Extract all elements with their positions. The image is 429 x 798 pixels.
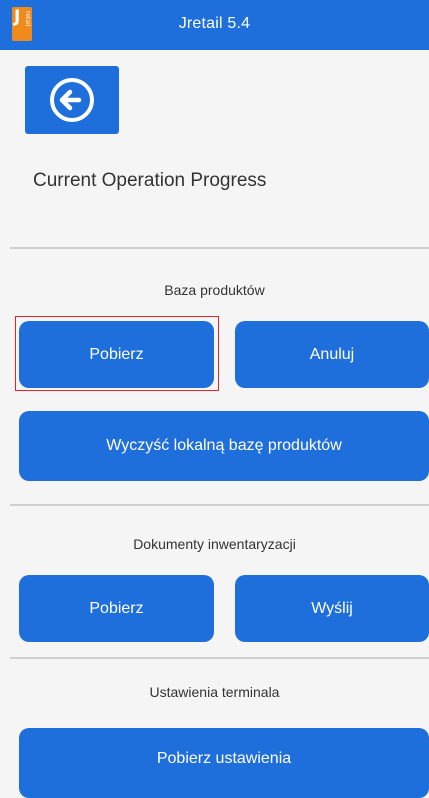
- section-label-terminal-settings: Ustawienia terminala: [149, 684, 280, 700]
- divider: [10, 247, 429, 249]
- download-settings-button[interactable]: Pobierz ustawienia: [19, 728, 429, 798]
- download-documents-button[interactable]: Pobierz: [19, 575, 214, 642]
- cancel-button[interactable]: Anuluj: [235, 321, 429, 388]
- section-label-inventory-documents: Dokumenty inwentaryzacji: [133, 536, 296, 552]
- selection-highlight: [15, 316, 219, 391]
- app-title: Jretail 5.4: [178, 15, 251, 32]
- section-label-product-base: Baza produktów: [164, 282, 265, 298]
- clear-local-products-button[interactable]: Wyczyść lokalną bazę produktów: [19, 411, 429, 481]
- operation-title: Current Operation Progress: [33, 170, 267, 191]
- back-button[interactable]: [25, 66, 119, 134]
- divider: [10, 657, 429, 659]
- title-bar: J retail Jretail 5.4: [0, 0, 429, 50]
- arrow-left-circle-icon: [50, 78, 94, 122]
- divider: [10, 504, 429, 506]
- send-documents-button[interactable]: Wyślij: [235, 575, 429, 642]
